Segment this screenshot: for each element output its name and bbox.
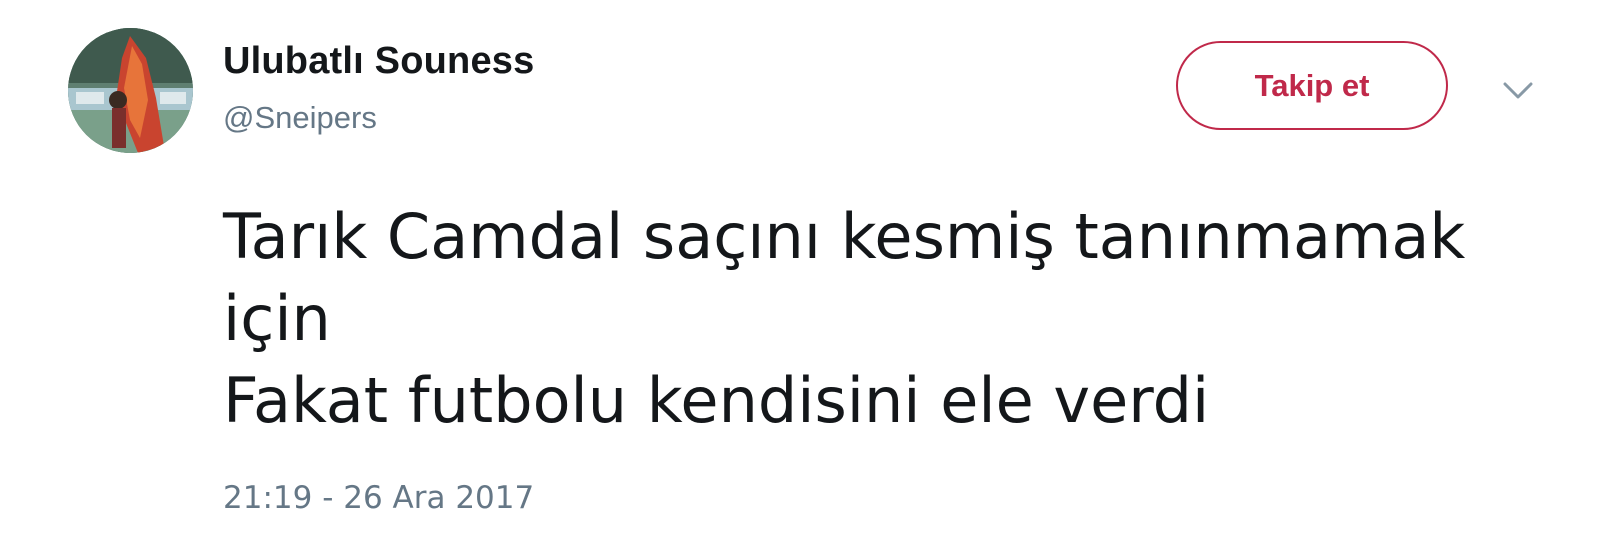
tweet-text-line: Fakat futbolu kendisini ele verdi [223, 364, 1210, 437]
tweet-timestamp[interactable]: 21:19 - 26 Ara 2017 [223, 480, 534, 516]
tweet-menu-button[interactable] [1500, 72, 1536, 108]
author-handle[interactable]: @Sneipers [223, 100, 377, 136]
follow-button-label: Takip et [1254, 67, 1370, 103]
author-display-name[interactable]: Ulubatlı Souness [223, 40, 534, 83]
chevron-down-icon [1503, 82, 1533, 99]
avatar[interactable] [68, 28, 193, 153]
follow-button[interactable]: Takip et [1176, 41, 1448, 130]
avatar-photo-icon [68, 28, 193, 153]
tweet-text-line: için [223, 282, 331, 355]
tweet-text-line: Tarık Camdal saçını kesmiş tanınmamak [223, 200, 1466, 273]
tweet-text: Tarık Camdal saçını kesmiş tanınmamak iç… [223, 196, 1553, 442]
